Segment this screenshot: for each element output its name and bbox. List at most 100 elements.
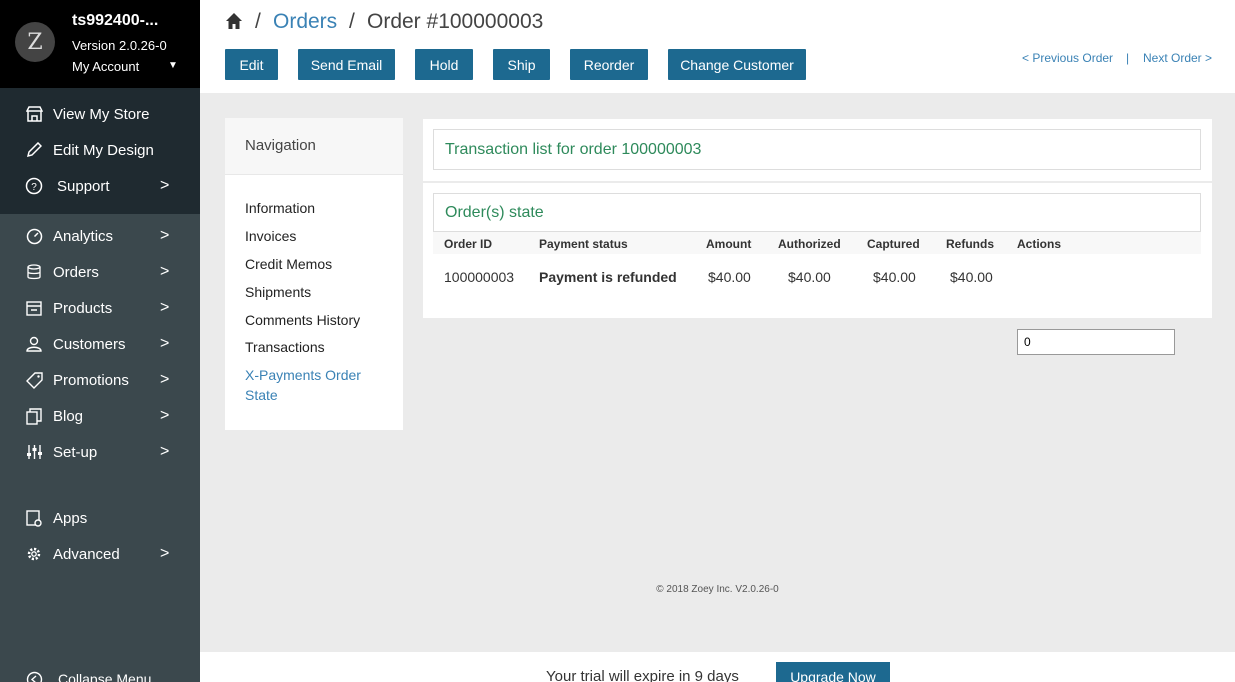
chevron-right-icon: > (160, 263, 170, 280)
previous-order-link[interactable]: < Previous Order (1022, 51, 1113, 65)
copy-icon (25, 407, 43, 425)
nav-link-transactions[interactable]: Transactions (245, 337, 325, 357)
sidebar-item-customers[interactable]: Customers > (0, 328, 200, 360)
table-header-row: Order ID Payment status Amount Authorize… (433, 232, 1201, 254)
sidebar-item-label: Edit My Design (53, 141, 154, 159)
transaction-list-title: Transaction list for order 100000003 (433, 129, 1201, 170)
column-header: Refunds (946, 237, 994, 251)
sidebar-item-support[interactable]: ? Support > (0, 170, 200, 202)
gauge-icon (25, 227, 43, 245)
column-header: Captured (867, 237, 920, 251)
database-icon (25, 263, 43, 281)
sidebar-item-products[interactable]: Products > (0, 292, 200, 324)
chevron-right-icon: > (160, 443, 170, 460)
nav-link-information[interactable]: Information (245, 198, 315, 218)
breadcrumb-orders-link[interactable]: Orders (273, 10, 337, 34)
sidebar-item-label: Blog (53, 407, 84, 425)
sidebar-item-analytics[interactable]: Analytics > (0, 220, 200, 252)
sidebar-item-label: Products (53, 299, 113, 317)
sidebar-item-orders[interactable]: Orders > (0, 256, 200, 288)
version-label: Version 2.0.26-0 (72, 38, 167, 53)
captured-cell: $40.00 (873, 269, 916, 285)
nav-link-credit-memos[interactable]: Credit Memos (245, 254, 332, 274)
trial-bar: Your trial will expire in 9 days Upgrade… (200, 652, 1235, 682)
transaction-list-panel: Transaction list for order 100000003 (423, 119, 1212, 181)
sidebar-item-set-up[interactable]: Set-up > (0, 436, 200, 468)
page-title: Order #100000003 (367, 10, 544, 33)
breadcrumb-separator: / (349, 10, 355, 33)
gear-icon (25, 545, 43, 563)
sidebar-item-edit-my-design[interactable]: Edit My Design (0, 134, 200, 166)
column-header: Amount (706, 237, 752, 251)
chevron-right-icon: > (160, 177, 170, 194)
sidebar-item-apps[interactable]: Apps (0, 502, 200, 534)
amount-cell: $40.00 (708, 269, 751, 285)
nav-link-label: State (245, 387, 278, 403)
nav-link-comments-history[interactable]: Comments History (245, 310, 360, 330)
column-header: Authorized (778, 237, 841, 251)
sidebar-item-label: Analytics (53, 227, 114, 245)
sidebar-item-label: Support (57, 177, 110, 195)
collapse-menu-button[interactable]: Collapse Menu (0, 663, 200, 682)
sidebar-item-advanced[interactable]: Advanced > (0, 538, 200, 570)
change-customer-button[interactable]: Change Customer (668, 49, 806, 80)
pager-separator: | (1126, 51, 1130, 65)
sidebar: Z ts992400-... Version 2.0.26-0 My Accou… (0, 0, 200, 682)
chevron-right-icon: > (160, 299, 170, 316)
edit-button[interactable]: Edit (225, 49, 278, 80)
navigation-title: Navigation (225, 118, 403, 175)
store-name: ts992400-... (72, 12, 159, 29)
collapse-menu-label: Collapse Menu (58, 671, 152, 682)
chevron-right-icon: > (160, 545, 170, 562)
user-icon (25, 335, 43, 353)
breadcrumb-separator: / (255, 10, 261, 33)
chevron-right-icon: > (160, 371, 170, 388)
hold-button[interactable]: Hold (415, 49, 473, 80)
send-email-button[interactable]: Send Email (298, 49, 395, 80)
refunds-cell: $40.00 (950, 269, 993, 285)
my-account-menu[interactable]: My Account (72, 59, 139, 74)
nav-link-label: X-Payments Order (245, 367, 361, 383)
authorized-cell: $40.00 (788, 269, 831, 285)
order-state-panel: Order(s) state Order ID Payment status A… (423, 183, 1212, 355)
footer-copyright: © 2018 Zoey Inc. V2.0.26-0 (656, 584, 779, 595)
box-icon (25, 299, 43, 317)
chevron-right-icon: > (160, 227, 170, 244)
reorder-button[interactable]: Reorder (570, 49, 648, 80)
pencil-icon (25, 141, 43, 159)
payment-status-cell: Payment is refunded (539, 269, 677, 285)
svg-text:?: ? (31, 182, 37, 193)
sidebar-item-label: Promotions (53, 371, 129, 389)
next-order-link[interactable]: Next Order > (1143, 51, 1212, 65)
tag-icon (25, 371, 43, 389)
sidebar-item-view-my-store[interactable]: View My Store (0, 98, 200, 130)
store-icon (25, 105, 43, 123)
order-state-title: Order(s) state (433, 193, 1201, 232)
ship-button[interactable]: Ship (493, 49, 550, 80)
sidebar-item-blog[interactable]: Blog > (0, 400, 200, 432)
sidebar-item-label: Customers (53, 335, 126, 353)
zoey-logo: Z (15, 22, 55, 62)
page-header: / Orders / Order #100000003 Edit Send Em… (200, 0, 1235, 93)
upgrade-now-button[interactable]: Upgrade Now (776, 662, 890, 682)
sidebar-item-label: Orders (53, 263, 99, 281)
sidebar-item-label: Advanced (53, 545, 120, 563)
nav-link-x-payments-order-state[interactable]: X-Payments Order State (245, 365, 361, 405)
trial-message: Your trial will expire in 9 days (546, 668, 739, 682)
caret-down-icon[interactable]: ▼ (168, 60, 178, 71)
sliders-icon (25, 443, 43, 461)
arrow-left-circle-icon (25, 670, 43, 682)
order-navigation-panel: Navigation Information Invoices Credit M… (225, 118, 403, 430)
sidebar-top-group: View My Store Edit My Design ? Support > (0, 88, 200, 214)
column-header: Order ID (444, 237, 493, 251)
sidebar-item-label: View My Store (53, 105, 150, 123)
nav-link-shipments[interactable]: Shipments (245, 282, 311, 302)
sidebar-item-label: Apps (53, 509, 88, 527)
account-header: Z ts992400-... Version 2.0.26-0 My Accou… (0, 0, 200, 88)
help-circle-icon: ? (25, 177, 43, 195)
order-id-cell: 100000003 (444, 269, 515, 285)
sidebar-item-promotions[interactable]: Promotions > (0, 364, 200, 396)
home-icon[interactable] (225, 12, 243, 36)
action-input[interactable] (1017, 329, 1175, 355)
nav-link-invoices[interactable]: Invoices (245, 226, 296, 246)
